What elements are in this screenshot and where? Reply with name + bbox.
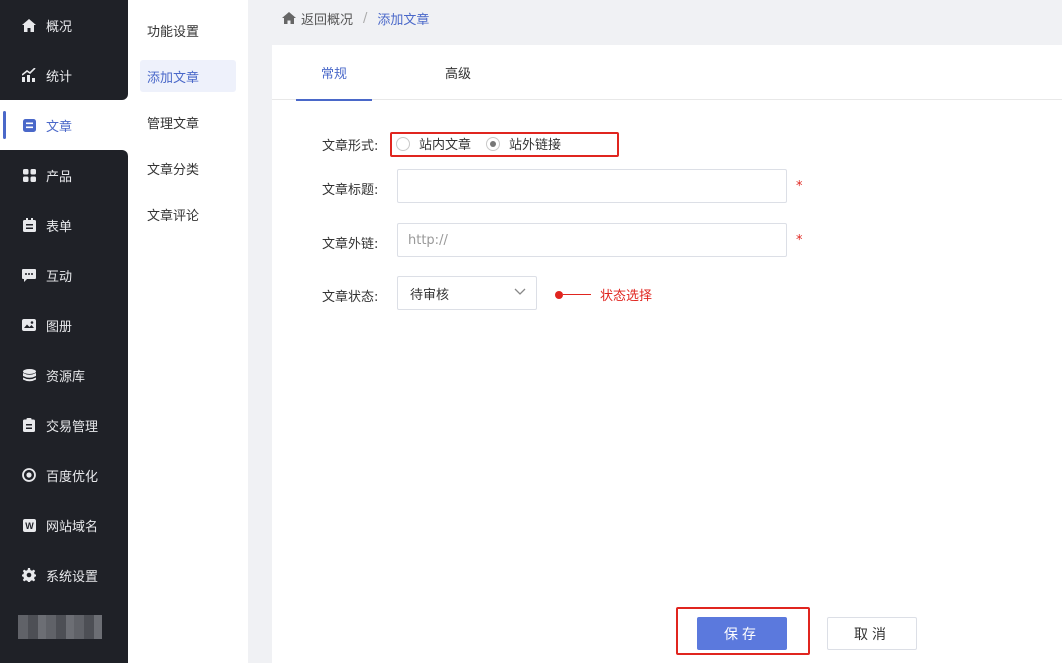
clipboard-icon (22, 418, 36, 432)
form-icon (22, 218, 36, 232)
annotation-dot (555, 290, 563, 299)
sidebar-item-label: 表单 (46, 219, 73, 235)
sidebar-item-trade[interactable]: 交易管理 (0, 400, 128, 450)
home-icon (22, 18, 36, 32)
required-mark: * (796, 179, 803, 194)
article-status-select[interactable]: 待审核 (397, 276, 537, 310)
domain-icon: W (22, 518, 36, 532)
tab-general[interactable]: 常规 (296, 45, 372, 101)
gallery-icon (22, 318, 36, 332)
breadcrumb-back-link[interactable]: 返回概况 (301, 9, 353, 28)
submenu-item-settings[interactable]: 功能设置 (140, 14, 236, 46)
sidebar-item-forms[interactable]: 表单 (0, 200, 128, 250)
article-link-input[interactable] (397, 223, 787, 257)
user-avatar-blurred[interactable] (18, 615, 102, 639)
tab-bar: 常规 高级 (272, 45, 1062, 101)
sidebar-item-label: 文章 (46, 119, 73, 135)
required-mark: * (796, 233, 803, 248)
article-title-input[interactable] (397, 169, 787, 203)
article-form-card: 常规 高级 文章形式: 站内文章 站外链接 文章标题: * 文章外链: * 文章… (272, 45, 1062, 663)
breadcrumb-separator: / (363, 10, 368, 26)
annotation-text: 状态选择 (600, 289, 653, 304)
sidebar-item-articles[interactable]: 文章 (0, 100, 128, 150)
tab-advanced[interactable]: 高级 (420, 45, 496, 100)
seo-icon (22, 468, 36, 482)
status-annotation: 状态选择 (555, 285, 652, 304)
article-type-label: 文章形式: (322, 139, 379, 154)
radio-label: 站外链接 (509, 138, 562, 153)
status-select-value: 待审核 (410, 287, 450, 303)
sidebar-item-label: 图册 (46, 319, 73, 335)
sidebar-item-stats[interactable]: 统计 (0, 50, 128, 100)
submenu-item-add-article[interactable]: 添加文章 (140, 60, 236, 92)
sidebar-item-domain[interactable]: W 网站域名 (0, 500, 128, 550)
sidebar-item-products[interactable]: 产品 (0, 150, 128, 200)
sidebar-item-resources[interactable]: 资源库 (0, 350, 128, 400)
breadcrumb: 返回概况 / 添加文章 (248, 0, 1062, 36)
main-sidebar: 概况 统计 文章 产品 表单 互动 图册 资源库 交易管理 百度优化 W 网站域… (0, 0, 128, 663)
article-icon (22, 118, 36, 132)
sidebar-item-label: 系统设置 (46, 569, 99, 585)
article-title-label: 文章标题: (322, 183, 379, 198)
sidebar-item-seo[interactable]: 百度优化 (0, 450, 128, 500)
gear-icon (22, 568, 36, 582)
sidebar-item-settings[interactable]: 系统设置 (0, 550, 128, 600)
article-submenu: 功能设置 添加文章 管理文章 文章分类 文章评论 (128, 0, 248, 663)
submenu-item-manage-articles[interactable]: 管理文章 (140, 106, 236, 138)
sidebar-item-label: 产品 (46, 169, 73, 185)
chat-icon (22, 268, 36, 282)
sidebar-item-overview[interactable]: 概况 (0, 0, 128, 50)
article-link-label: 文章外链: (322, 237, 379, 252)
cancel-button[interactable]: 取消 (827, 617, 917, 650)
radio-circle (396, 136, 410, 151)
submenu-item-categories[interactable]: 文章分类 (140, 152, 236, 184)
radio-internal-article[interactable]: 站内文章 (396, 134, 471, 153)
submenu-item-comments[interactable]: 文章评论 (140, 198, 236, 230)
sidebar-item-label: 资源库 (46, 369, 86, 385)
radio-circle-checked (486, 136, 500, 151)
database-icon (22, 368, 36, 382)
svg-text:W: W (25, 521, 34, 531)
sidebar-item-label: 百度优化 (46, 469, 99, 485)
products-icon (22, 168, 36, 182)
sidebar-item-interaction[interactable]: 互动 (0, 250, 128, 300)
sidebar-item-gallery[interactable]: 图册 (0, 300, 128, 350)
sidebar-item-label: 概况 (46, 19, 73, 35)
article-status-label: 文章状态: (322, 290, 379, 305)
stats-icon (22, 68, 36, 82)
sidebar-item-label: 统计 (46, 69, 73, 85)
radio-external-link[interactable]: 站外链接 (486, 134, 561, 153)
radio-label: 站内文章 (419, 138, 472, 153)
sidebar-item-label: 交易管理 (46, 419, 99, 435)
annotation-line (563, 294, 591, 295)
breadcrumb-current: 添加文章 (377, 12, 430, 28)
sidebar-item-label: 网站域名 (46, 519, 99, 535)
chevron-down-icon (514, 288, 526, 295)
sidebar-item-label: 互动 (46, 269, 73, 285)
save-button[interactable]: 保存 (697, 617, 787, 650)
home-icon (282, 12, 296, 24)
